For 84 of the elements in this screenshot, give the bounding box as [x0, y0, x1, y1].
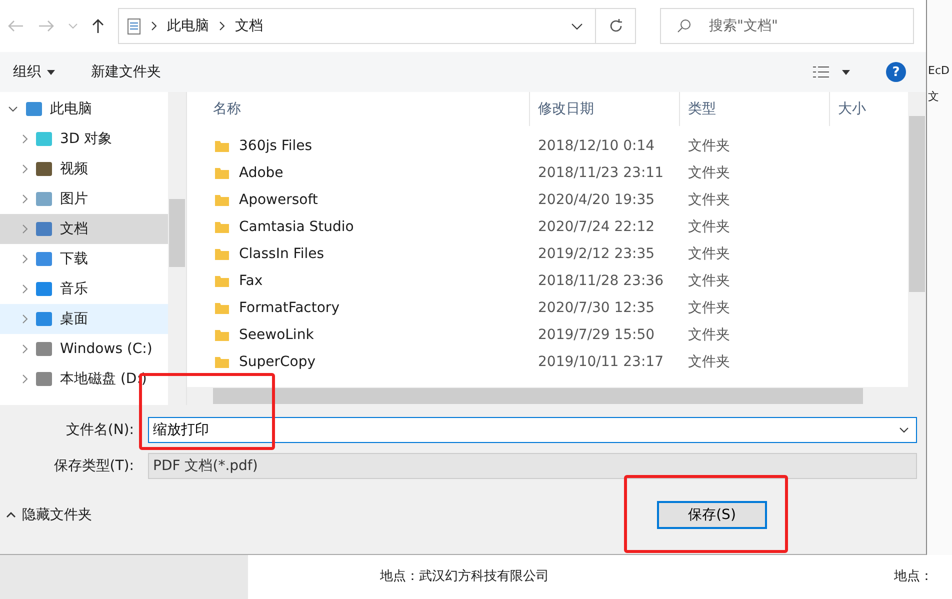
tree-item[interactable]: Windows (C:) — [0, 334, 168, 364]
tree-item[interactable]: 视频 — [0, 154, 168, 184]
tree-item[interactable]: 音乐 — [0, 274, 168, 304]
caret-icon — [47, 70, 55, 74]
field-label: 文件名(N): — [64, 421, 135, 439]
document-text: 地点：武汉幻方科技有限公司 — [380, 568, 549, 585]
view-options-icon[interactable] — [812, 65, 830, 79]
table-cell-text: 文件夹 — [687, 272, 731, 290]
folder-icon — [215, 220, 229, 232]
caret-icon[interactable] — [842, 70, 850, 74]
table-cell-text: 2020/4/20 19:35 — [537, 192, 656, 208]
chevron-up-icon — [6, 512, 16, 518]
tree-item[interactable]: 下载 — [0, 244, 168, 274]
table-cell-text: 2019/10/11 23:17 — [537, 354, 664, 370]
refresh-button[interactable] — [596, 8, 636, 44]
table-cell-text: 文件夹 — [687, 352, 731, 370]
chevron-down-icon[interactable] — [8, 106, 18, 112]
table-cell-text: 文件夹 — [687, 164, 731, 182]
table-cell-text: 2020/7/24 22:12 — [537, 218, 656, 234]
table-cell-text: 文件夹 — [687, 326, 731, 344]
file-name[interactable]: SeewoLink — [239, 326, 314, 342]
tree-item[interactable]: 桌面 — [0, 304, 168, 334]
table-cell-text: 2018/11/28 23:36 — [537, 272, 664, 288]
folder-icon — [215, 248, 229, 260]
background-text: EcD — [928, 64, 950, 77]
chevron-right-icon[interactable] — [151, 21, 157, 31]
save-button[interactable]: 保存(S) — [657, 501, 767, 529]
table-cell-text: 文件夹 — [687, 218, 731, 236]
help-button[interactable]: ? — [886, 62, 906, 82]
tree-item[interactable]: 图片 — [0, 184, 168, 214]
table-cell-text: 文件夹 — [687, 136, 731, 154]
breadcrumb[interactable]: 此电脑 — [167, 17, 209, 35]
chevron-down-icon[interactable] — [571, 22, 583, 30]
column-header[interactable]: 大小 — [830, 92, 904, 126]
scrollbar[interactable] — [187, 387, 908, 405]
folder-icon — [215, 328, 229, 340]
column-header[interactable]: 修改日期 — [530, 92, 680, 126]
breadcrumb[interactable]: 文档 — [235, 17, 263, 35]
column-header[interactable]: 类型 — [680, 92, 830, 126]
table-cell-text: 文件夹 — [687, 190, 731, 208]
folder-icon — [215, 194, 229, 206]
file-name[interactable]: Camtasia Studio — [239, 218, 354, 234]
folder-icon — [215, 140, 229, 152]
hide-folders-toggle[interactable]: 隐藏文件夹 — [6, 506, 92, 524]
scrollbar[interactable] — [168, 92, 186, 405]
file-name[interactable]: Fax — [239, 272, 263, 288]
file-name[interactable]: SuperCopy — [239, 354, 316, 370]
folder-icon — [215, 356, 229, 368]
folder-icon — [215, 166, 229, 178]
table-cell-text: 2018/11/23 23:11 — [537, 164, 664, 180]
table-cell-text: 2018/12/10 0:14 — [537, 138, 656, 154]
back-arrow-icon[interactable] — [8, 20, 24, 32]
up-arrow-icon[interactable] — [92, 18, 104, 34]
file-name[interactable]: ClassIn Files — [239, 246, 324, 262]
file-name[interactable]: FormatFactory — [239, 300, 340, 316]
refresh-icon — [608, 18, 624, 34]
table-cell-text: 2019/7/29 15:50 — [537, 326, 656, 342]
column-header[interactable]: 名称 — [187, 92, 530, 126]
file-name[interactable]: 360js Files — [239, 138, 312, 154]
organize-menu[interactable]: 组织 — [13, 63, 55, 81]
document-text: 地点： — [894, 568, 933, 585]
file-name[interactable]: Adobe — [239, 164, 284, 180]
background-text: 文 — [928, 89, 940, 104]
table-cell-text: 文件夹 — [687, 298, 731, 316]
tree-item[interactable]: 此电脑 — [0, 94, 168, 124]
tree-item[interactable]: 文档 — [0, 214, 168, 244]
search-icon — [676, 18, 692, 34]
chevron-right-icon[interactable] — [219, 21, 225, 31]
forward-arrow-icon[interactable] — [38, 20, 54, 32]
filename-field[interactable]: 缩放打印 — [148, 417, 917, 443]
address-field[interactable]: 此电脑 文档 — [118, 8, 596, 44]
folder-icon — [215, 274, 229, 286]
search-field[interactable]: 搜索"文档" — [660, 8, 914, 44]
chevron-down-icon[interactable] — [899, 427, 909, 433]
file-type-dropdown[interactable]: PDF 文档(*.pdf) — [148, 453, 917, 479]
tree-item[interactable]: 3D 对象 — [0, 124, 168, 154]
new-folder-button[interactable]: 新建文件夹 — [91, 63, 161, 81]
table-cell-text: 2019/2/12 23:35 — [537, 246, 656, 262]
table-cell-text: 2020/7/30 12:35 — [537, 300, 656, 316]
scrollbar[interactable] — [908, 92, 926, 405]
folder-icon — [215, 302, 229, 314]
table-cell-text: 文件夹 — [687, 244, 731, 262]
field-label: 保存类型(T): — [52, 457, 135, 475]
file-name[interactable]: Apowersoft — [239, 192, 318, 208]
